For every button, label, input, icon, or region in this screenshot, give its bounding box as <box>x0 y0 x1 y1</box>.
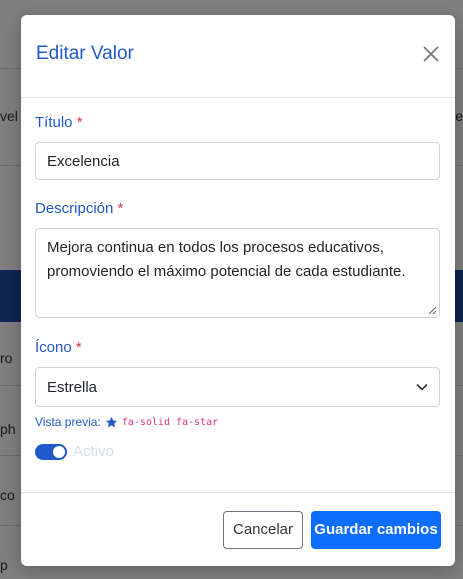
active-toggle-row: Activo <box>35 443 441 460</box>
icon-select-value: Estrella <box>47 378 98 396</box>
title-label: Título * <box>35 114 441 131</box>
title-input[interactable]: Excelencia <box>35 142 440 180</box>
required-mark: * <box>75 339 82 356</box>
modal-header: Editar Valor <box>21 15 455 98</box>
description-label: Descripción * <box>35 200 441 217</box>
required-mark: * <box>117 200 124 217</box>
icon-label: Ícono * <box>35 339 441 356</box>
modal-title: Editar Valor <box>36 43 134 64</box>
preview-code: fa-solid fa-star <box>121 416 219 428</box>
modal-body: Título * Excelencia Descripción * Mejora… <box>21 114 455 460</box>
save-button[interactable]: Guardar cambios <box>311 510 441 549</box>
title-label-text: Título <box>35 114 73 131</box>
icon-preview: Vista previa: fa-solid fa-star <box>35 415 441 429</box>
active-toggle[interactable] <box>35 443 67 460</box>
star-icon <box>105 416 117 427</box>
required-mark: * <box>76 114 83 131</box>
cancel-button[interactable]: Cancelar <box>223 510 303 549</box>
preview-label: Vista previa: <box>35 415 101 429</box>
resize-handle-icon[interactable] <box>428 306 436 314</box>
description-textarea[interactable]: Mejora continua en todos los procesos ed… <box>35 228 440 318</box>
modal-footer: Cancelar Guardar cambios <box>21 492 455 566</box>
description-label-text: Descripción <box>35 200 114 217</box>
close-button[interactable] <box>421 44 441 64</box>
description-textarea-value: Mejora continua en todos los procesos ed… <box>47 239 406 280</box>
title-input-value: Excelencia <box>47 152 120 170</box>
edit-value-modal: Editar Valor Título * Excelencia Descrip… <box>21 15 455 566</box>
active-toggle-label: Activo <box>73 443 114 460</box>
icon-select[interactable]: Estrella <box>35 367 440 407</box>
icon-label-text: Ícono <box>35 339 72 356</box>
chevron-down-icon <box>416 383 428 391</box>
close-icon <box>423 46 439 62</box>
